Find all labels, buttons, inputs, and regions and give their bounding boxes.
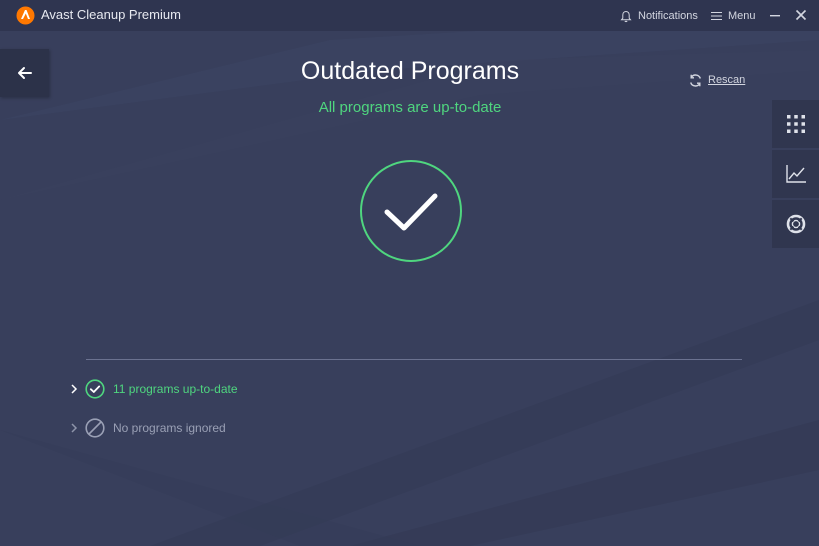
chevron-right-icon xyxy=(71,423,78,433)
check-circle-icon xyxy=(85,379,105,399)
notifications-button[interactable]: Notifications xyxy=(620,8,698,24)
success-check-icon xyxy=(360,160,462,262)
bell-icon xyxy=(620,10,632,22)
lifebuoy-icon xyxy=(786,214,805,234)
divider xyxy=(86,359,742,360)
chart-icon xyxy=(785,165,806,183)
help-button[interactable] xyxy=(772,200,819,248)
performance-chart-button[interactable] xyxy=(772,150,819,198)
grid-icon xyxy=(786,115,805,133)
back-button[interactable] xyxy=(0,49,49,97)
apps-grid-button[interactable] xyxy=(772,100,819,148)
minimize-icon[interactable] xyxy=(768,8,782,22)
menu-label: Menu xyxy=(728,10,756,22)
blocked-icon xyxy=(85,418,105,438)
ignored-label: No programs ignored xyxy=(113,421,226,435)
close-icon[interactable] xyxy=(794,8,808,22)
refresh-icon xyxy=(690,73,701,87)
page-title: Outdated Programs xyxy=(300,57,520,85)
title-bar: Avast Cleanup Premium Notifications Menu xyxy=(0,0,819,31)
notifications-label: Notifications xyxy=(638,10,698,22)
up-to-date-label: 11 programs up-to-date xyxy=(113,382,238,396)
ignored-section[interactable]: No programs ignored xyxy=(67,417,226,439)
up-to-date-section[interactable]: 11 programs up-to-date xyxy=(67,378,238,400)
app-title: Avast Cleanup Premium xyxy=(41,7,181,22)
chevron-right-icon xyxy=(71,384,78,394)
rescan-label: Rescan xyxy=(708,74,746,86)
menu-button[interactable]: Menu xyxy=(711,8,756,24)
status-message: All programs are up-to-date xyxy=(318,99,502,116)
avast-logo-icon xyxy=(16,6,35,25)
arrow-left-icon xyxy=(17,67,32,79)
hamburger-icon xyxy=(711,12,722,20)
rescan-button[interactable]: Rescan xyxy=(688,72,745,88)
